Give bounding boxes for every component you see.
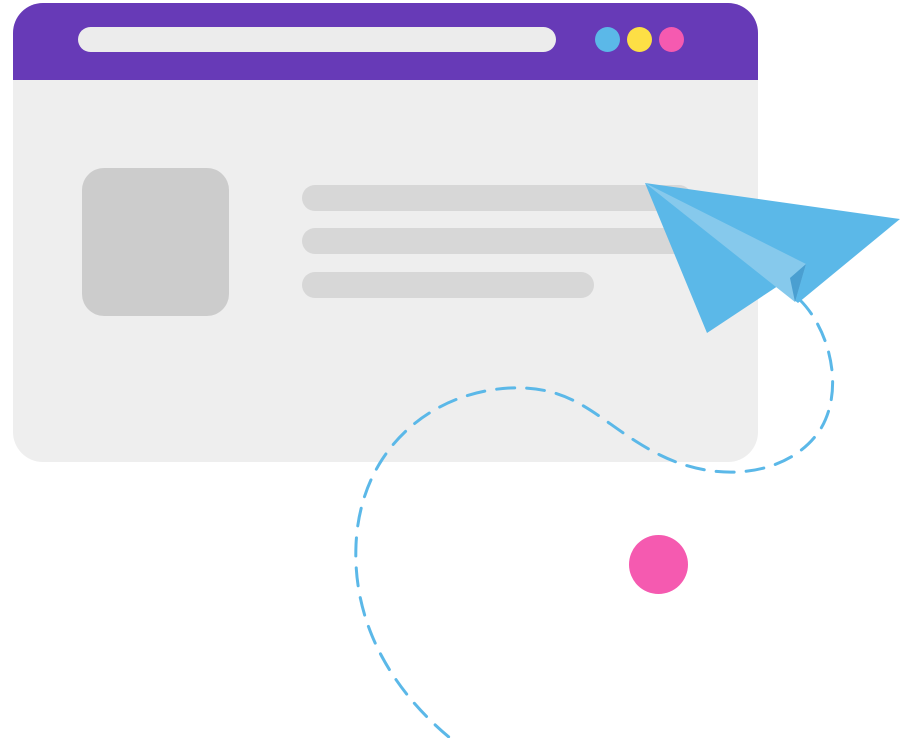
browser-titlebar	[13, 3, 758, 80]
browser-window	[13, 3, 758, 462]
text-line-placeholder	[302, 228, 692, 254]
window-dot-yellow[interactable]	[627, 27, 652, 52]
text-line-placeholder	[302, 185, 692, 211]
window-dot-blue[interactable]	[595, 27, 620, 52]
text-line-placeholder	[302, 272, 594, 298]
window-dot-pink[interactable]	[659, 27, 684, 52]
image-placeholder	[82, 168, 229, 316]
decor-circle	[629, 535, 688, 594]
address-bar[interactable]	[78, 27, 556, 52]
illustration-scene	[0, 0, 900, 738]
